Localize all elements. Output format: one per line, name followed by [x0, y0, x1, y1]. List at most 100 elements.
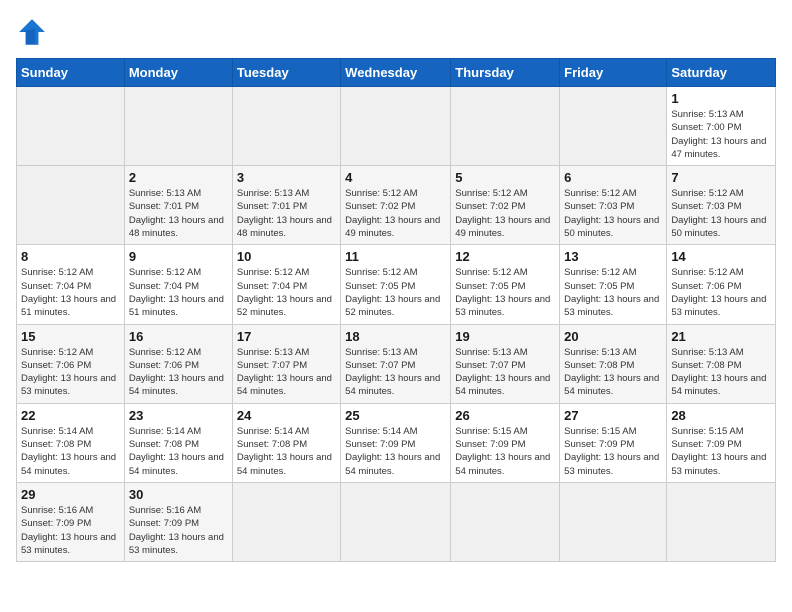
day-number: 29: [21, 487, 120, 502]
calendar-week-row: 8Sunrise: 5:12 AMSunset: 7:04 PMDaylight…: [17, 245, 776, 324]
calendar-cell: 12 Sunrise: 5:12 AMSunset: 7:05 PMDayligh…: [451, 245, 560, 324]
calendar-header-row: SundayMondayTuesdayWednesdayThursdayFrid…: [17, 59, 776, 87]
day-number: 12: [455, 249, 555, 264]
day-info: Sunrise: 5:13 AMSunset: 7:08 PMDaylight:…: [671, 346, 771, 399]
calendar-cell: 6 Sunrise: 5:12 AMSunset: 7:03 PMDaylight…: [560, 166, 667, 245]
calendar-cell: 18 Sunrise: 5:13 AMSunset: 7:07 PMDayligh…: [341, 324, 451, 403]
calendar-cell-empty: [124, 87, 232, 166]
calendar-cell-empty: [667, 482, 776, 561]
day-of-week-header: Tuesday: [232, 59, 340, 87]
calendar-cell: 14Sunrise: 5:12 AMSunset: 7:06 PMDayligh…: [667, 245, 776, 324]
day-of-week-header: Thursday: [451, 59, 560, 87]
calendar-cell: 7 Sunrise: 5:12 AMSunset: 7:03 PMDaylight…: [667, 166, 776, 245]
calendar-cell: 29 Sunrise: 5:16 AMSunset: 7:09 PMDayligh…: [17, 482, 125, 561]
calendar-cell: 24 Sunrise: 5:14 AMSunset: 7:08 PMDayligh…: [232, 403, 340, 482]
logo-icon: [16, 16, 48, 48]
day-info: Sunrise: 5:15 AMSunset: 7:09 PMDaylight:…: [455, 425, 555, 478]
calendar-cell: 11 Sunrise: 5:12 AMSunset: 7:05 PMDayligh…: [341, 245, 451, 324]
calendar-cell: 13Sunrise: 5:12 AMSunset: 7:05 PMDayligh…: [560, 245, 667, 324]
day-info: Sunrise: 5:13 AMSunset: 7:07 PMDaylight:…: [237, 346, 336, 399]
calendar-table: SundayMondayTuesdayWednesdayThursdayFrid…: [16, 58, 776, 562]
calendar-cell: 15Sunrise: 5:12 AMSunset: 7:06 PMDayligh…: [17, 324, 125, 403]
day-info: Sunrise: 5:12 AMSunset: 7:03 PMDaylight:…: [564, 187, 662, 240]
day-info: Sunrise: 5:12 AMSunset: 7:04 PMDaylight:…: [21, 266, 120, 319]
calendar-cell-empty: [232, 87, 340, 166]
day-number: 4: [345, 170, 446, 185]
calendar-cell: 4Sunrise: 5:12 AMSunset: 7:02 PMDaylight…: [341, 166, 451, 245]
calendar-cell: 28Sunrise: 5:15 AMSunset: 7:09 PMDayligh…: [667, 403, 776, 482]
day-info: Sunrise: 5:12 AMSunset: 7:03 PMDaylight:…: [671, 187, 771, 240]
day-number: 23: [129, 408, 228, 423]
day-number: 30: [129, 487, 228, 502]
day-number: 26: [455, 408, 555, 423]
day-number: 20: [564, 329, 662, 344]
calendar-cell: 5Sunrise: 5:12 AMSunset: 7:02 PMDaylight…: [451, 166, 560, 245]
calendar-cell: 25 Sunrise: 5:14 AMSunset: 7:09 PMDayligh…: [341, 403, 451, 482]
calendar-cell-empty: [232, 482, 340, 561]
calendar-cell-empty: [17, 87, 125, 166]
calendar-week-row: 2Sunrise: 5:13 AMSunset: 7:01 PMDaylight…: [17, 166, 776, 245]
day-number: 3: [237, 170, 336, 185]
calendar-cell-empty: [560, 482, 667, 561]
day-number: 10: [237, 249, 336, 264]
day-info: Sunrise: 5:16 AMSunset: 7:09 PMDaylight:…: [129, 504, 228, 557]
day-info: Sunrise: 5:12 AMSunset: 7:06 PMDaylight:…: [129, 346, 228, 399]
calendar-cell: 20 Sunrise: 5:13 AMSunset: 7:08 PMDayligh…: [560, 324, 667, 403]
day-number: 6: [564, 170, 662, 185]
calendar-cell-empty: [341, 87, 451, 166]
day-info: Sunrise: 5:12 AMSunset: 7:04 PMDaylight:…: [129, 266, 228, 319]
calendar-cell: 17Sunrise: 5:13 AMSunset: 7:07 PMDayligh…: [232, 324, 340, 403]
day-info: Sunrise: 5:13 AMSunset: 7:08 PMDaylight:…: [564, 346, 662, 399]
day-info: Sunrise: 5:15 AMSunset: 7:09 PMDaylight:…: [564, 425, 662, 478]
calendar-cell: 21 Sunrise: 5:13 AMSunset: 7:08 PMDayligh…: [667, 324, 776, 403]
calendar-cell: 22 Sunrise: 5:14 AMSunset: 7:08 PMDayligh…: [17, 403, 125, 482]
day-info: Sunrise: 5:14 AMSunset: 7:08 PMDaylight:…: [21, 425, 120, 478]
day-info: Sunrise: 5:13 AMSunset: 7:07 PMDaylight:…: [345, 346, 446, 399]
day-number: 7: [671, 170, 771, 185]
calendar-week-row: 22 Sunrise: 5:14 AMSunset: 7:08 PMDayligh…: [17, 403, 776, 482]
day-info: Sunrise: 5:13 AMSunset: 7:01 PMDaylight:…: [129, 187, 228, 240]
calendar-cell: 10 Sunrise: 5:12 AMSunset: 7:04 PMDayligh…: [232, 245, 340, 324]
day-number: 16: [129, 329, 228, 344]
logo: [16, 16, 52, 48]
day-number: 28: [671, 408, 771, 423]
day-number: 9: [129, 249, 228, 264]
day-number: 22: [21, 408, 120, 423]
day-number: 1: [671, 91, 771, 106]
day-number: 18: [345, 329, 446, 344]
calendar-cell: 2Sunrise: 5:13 AMSunset: 7:01 PMDaylight…: [124, 166, 232, 245]
day-number: 14: [671, 249, 771, 264]
day-info: Sunrise: 5:12 AMSunset: 7:05 PMDaylight:…: [564, 266, 662, 319]
day-number: 11: [345, 249, 446, 264]
calendar-cell: 8Sunrise: 5:12 AMSunset: 7:04 PMDaylight…: [17, 245, 125, 324]
day-info: Sunrise: 5:16 AMSunset: 7:09 PMDaylight:…: [21, 504, 120, 557]
calendar-cell-empty: [341, 482, 451, 561]
day-number: 15: [21, 329, 120, 344]
day-number: 24: [237, 408, 336, 423]
calendar-cell-empty: [451, 482, 560, 561]
calendar-cell-empty: [560, 87, 667, 166]
day-info: Sunrise: 5:12 AMSunset: 7:02 PMDaylight:…: [455, 187, 555, 240]
day-info: Sunrise: 5:12 AMSunset: 7:05 PMDaylight:…: [345, 266, 446, 319]
calendar-cell: 27Sunrise: 5:15 AMSunset: 7:09 PMDayligh…: [560, 403, 667, 482]
day-info: Sunrise: 5:12 AMSunset: 7:05 PMDaylight:…: [455, 266, 555, 319]
calendar-cell: 23Sunrise: 5:14 AMSunset: 7:08 PMDayligh…: [124, 403, 232, 482]
day-number: 21: [671, 329, 771, 344]
day-of-week-header: Saturday: [667, 59, 776, 87]
calendar-week-row: 29 Sunrise: 5:16 AMSunset: 7:09 PMDayligh…: [17, 482, 776, 561]
calendar-cell: 19Sunrise: 5:13 AMSunset: 7:07 PMDayligh…: [451, 324, 560, 403]
calendar-cell: 30 Sunrise: 5:16 AMSunset: 7:09 PMDayligh…: [124, 482, 232, 561]
day-info: Sunrise: 5:12 AMSunset: 7:04 PMDaylight:…: [237, 266, 336, 319]
day-info: Sunrise: 5:13 AMSunset: 7:01 PMDaylight:…: [237, 187, 336, 240]
day-of-week-header: Monday: [124, 59, 232, 87]
calendar-week-row: 1 Sunrise: 5:13 AMSunset: 7:00 PMDaylight…: [17, 87, 776, 166]
day-info: Sunrise: 5:14 AMSunset: 7:08 PMDaylight:…: [237, 425, 336, 478]
calendar-cell-empty: [451, 87, 560, 166]
calendar-cell: 9 Sunrise: 5:12 AMSunset: 7:04 PMDaylight…: [124, 245, 232, 324]
calendar-cell: 26 Sunrise: 5:15 AMSunset: 7:09 PMDayligh…: [451, 403, 560, 482]
day-info: Sunrise: 5:13 AMSunset: 7:07 PMDaylight:…: [455, 346, 555, 399]
day-info: Sunrise: 5:13 AMSunset: 7:00 PMDaylight:…: [671, 108, 771, 161]
page-header: [16, 16, 776, 48]
day-number: 25: [345, 408, 446, 423]
day-info: Sunrise: 5:14 AMSunset: 7:09 PMDaylight:…: [345, 425, 446, 478]
